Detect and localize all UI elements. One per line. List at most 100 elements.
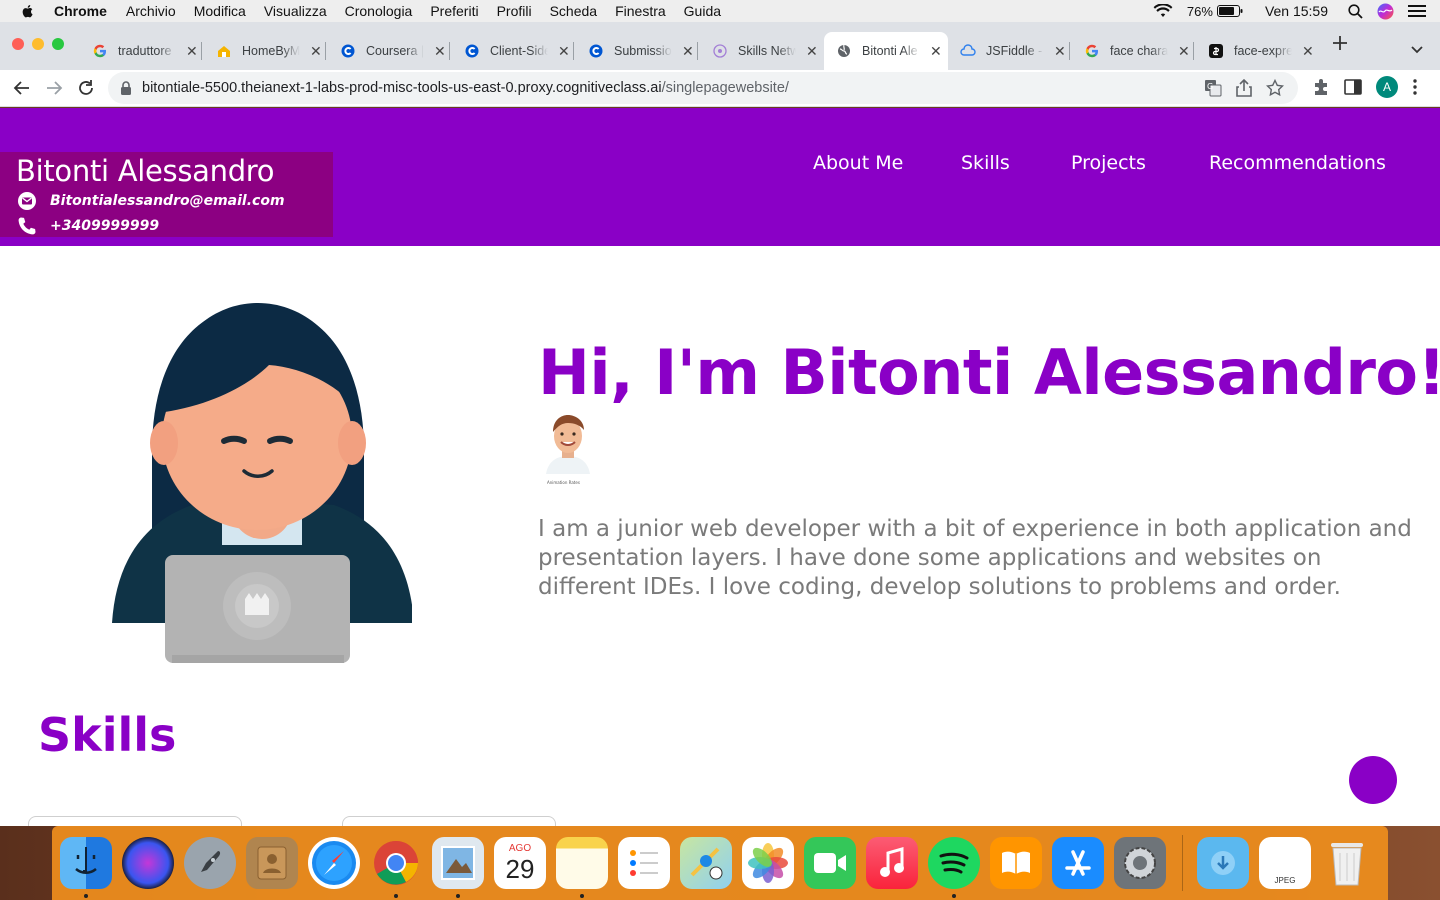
tab-3[interactable]: Coursera | ✕ <box>328 32 450 70</box>
music-icon[interactable] <box>866 837 918 889</box>
dock-divider <box>1182 835 1183 891</box>
web-page: Bitonti Alessandro Bitontialessandro@ema… <box>0 108 1440 826</box>
back-button[interactable] <box>12 78 32 98</box>
nav-projects[interactable]: Projects <box>1071 152 1146 174</box>
reminders-icon[interactable] <box>618 837 670 889</box>
macos-menu-bar: Chrome Archivio Modifica Visualizza Cron… <box>0 0 1440 22</box>
launchpad-icon[interactable] <box>184 837 236 889</box>
tab-title: JSFiddle - <box>986 44 1043 58</box>
reload-button[interactable] <box>76 78 96 98</box>
close-tab-icon[interactable]: ✕ <box>310 43 322 60</box>
photos-icon[interactable] <box>742 837 794 889</box>
minimize-window-button[interactable] <box>32 38 44 50</box>
tab-8[interactable]: JSFiddle - ✕ <box>948 32 1070 70</box>
close-tab-icon[interactable]: ✕ <box>806 43 818 60</box>
apple-menu-icon[interactable] <box>20 3 36 19</box>
close-window-button[interactable] <box>12 38 24 50</box>
tab-search-button[interactable] <box>1410 40 1424 59</box>
menu-cronologia[interactable]: Cronologia <box>345 3 413 19</box>
close-tab-icon[interactable]: ✕ <box>558 43 570 60</box>
menu-guida[interactable]: Guida <box>684 3 721 19</box>
tab-10[interactable]: face-expre ✕ <box>1196 32 1318 70</box>
siri-app-icon[interactable] <box>122 837 174 889</box>
tab-1[interactable]: traduttore ✕ <box>80 32 202 70</box>
app-menu-chrome[interactable]: Chrome <box>54 3 107 19</box>
siri-icon[interactable] <box>1377 3 1394 20</box>
maps-icon[interactable] <box>680 837 732 889</box>
tab-5[interactable]: Submission ✕ <box>576 32 698 70</box>
contact-email[interactable]: Bitontialessandro@email.com <box>16 191 333 211</box>
contacts-icon[interactable] <box>246 837 298 889</box>
scroll-top-button[interactable] <box>1349 756 1397 804</box>
menu-finestra[interactable]: Finestra <box>615 3 666 19</box>
arrow-left-icon <box>13 81 29 95</box>
spotify-icon[interactable] <box>928 837 980 898</box>
tab-separator <box>1069 42 1070 60</box>
finder-icon[interactable] <box>60 837 112 898</box>
menubar-clock[interactable]: Ven 15:59 <box>1265 3 1328 19</box>
phone-text: +3409999999 <box>50 218 160 234</box>
notes-icon[interactable] <box>556 837 608 898</box>
downloads-folder-icon[interactable] <box>1197 837 1249 889</box>
system-preferences-icon[interactable] <box>1114 837 1166 889</box>
wifi-icon[interactable] <box>1153 4 1173 18</box>
new-tab-button[interactable] <box>1332 32 1348 56</box>
tab-7[interactable]: Bitonti Ale ✕ <box>824 32 948 70</box>
menu-preferiti[interactable]: Preferiti <box>430 3 478 19</box>
nav-recommendations[interactable]: Recommendations <box>1209 152 1386 174</box>
zoom-window-button[interactable] <box>52 38 64 50</box>
translate-icon[interactable]: G <box>1204 79 1222 97</box>
contact-phone[interactable]: +3409999999 <box>16 216 333 236</box>
tab-title: Bitonti Ale <box>862 44 918 58</box>
forward-button[interactable] <box>44 78 64 98</box>
menu-archivio[interactable]: Archivio <box>126 3 176 19</box>
battery-percent: 76% <box>1186 3 1213 19</box>
menu-scheda[interactable]: Scheda <box>550 3 597 19</box>
calendar-day: 29 <box>505 854 535 884</box>
url-host: bitontiale-5500.theianext-1-labs-prod-mi… <box>142 80 662 96</box>
chrome-icon[interactable] <box>370 837 422 898</box>
close-tab-icon[interactable]: ✕ <box>1302 43 1314 60</box>
close-tab-icon[interactable]: ✕ <box>682 43 694 60</box>
trash-icon[interactable] <box>1321 837 1373 889</box>
bookmark-star-icon[interactable] <box>1266 79 1284 97</box>
facetime-icon[interactable] <box>804 837 856 889</box>
safari-icon[interactable] <box>308 837 360 889</box>
close-tab-icon[interactable]: ✕ <box>1178 43 1190 60</box>
close-tab-icon[interactable]: ✕ <box>186 43 198 60</box>
lock-icon[interactable] <box>120 81 132 95</box>
url-path: /singlepagewebsite/ <box>661 80 789 96</box>
window-controls <box>12 38 64 50</box>
nav-about-me[interactable]: About Me <box>813 152 903 174</box>
menu-visualizza[interactable]: Visualizza <box>264 3 327 19</box>
tab-2[interactable]: HomeByMe ✕ <box>204 32 326 70</box>
extensions-puzzle-icon[interactable] <box>1312 78 1330 96</box>
coursera-icon <box>588 43 604 59</box>
nav-skills[interactable]: Skills <box>961 152 1010 174</box>
app-store-icon[interactable] <box>1052 837 1104 889</box>
control-center-icon[interactable] <box>1408 4 1426 18</box>
menu-modifica[interactable]: Modifica <box>194 3 246 19</box>
kebab-menu-icon[interactable] <box>1412 78 1418 96</box>
books-icon[interactable] <box>990 837 1042 889</box>
tab-separator <box>201 42 202 60</box>
close-tab-icon[interactable]: ✕ <box>1054 43 1066 60</box>
google-icon <box>1084 43 1100 59</box>
share-icon[interactable] <box>1236 79 1252 97</box>
calendar-icon[interactable]: AGO 29 <box>494 837 546 889</box>
tab-9[interactable]: face chara ✕ <box>1072 32 1194 70</box>
close-tab-icon[interactable]: ✕ <box>930 43 942 60</box>
tab-4[interactable]: Client-Side ✕ <box>452 32 574 70</box>
tab-6[interactable]: Skills Netw ✕ <box>700 32 822 70</box>
memoji-avatar-icon <box>546 415 590 474</box>
menu-profili[interactable]: Profili <box>497 3 532 19</box>
profile-avatar[interactable]: A <box>1376 76 1398 98</box>
plus-icon <box>1333 36 1347 50</box>
side-panel-icon[interactable] <box>1344 79 1362 95</box>
address-bar[interactable]: bitontiale-5500.theianext-1-labs-prod-mi… <box>108 72 1298 104</box>
jpeg-file-icon[interactable]: JPEG <box>1259 837 1311 889</box>
spotlight-search-icon[interactable] <box>1348 3 1363 19</box>
preview-icon[interactable] <box>432 837 484 898</box>
close-tab-icon[interactable]: ✕ <box>434 43 446 60</box>
battery-icon[interactable] <box>1216 5 1243 17</box>
